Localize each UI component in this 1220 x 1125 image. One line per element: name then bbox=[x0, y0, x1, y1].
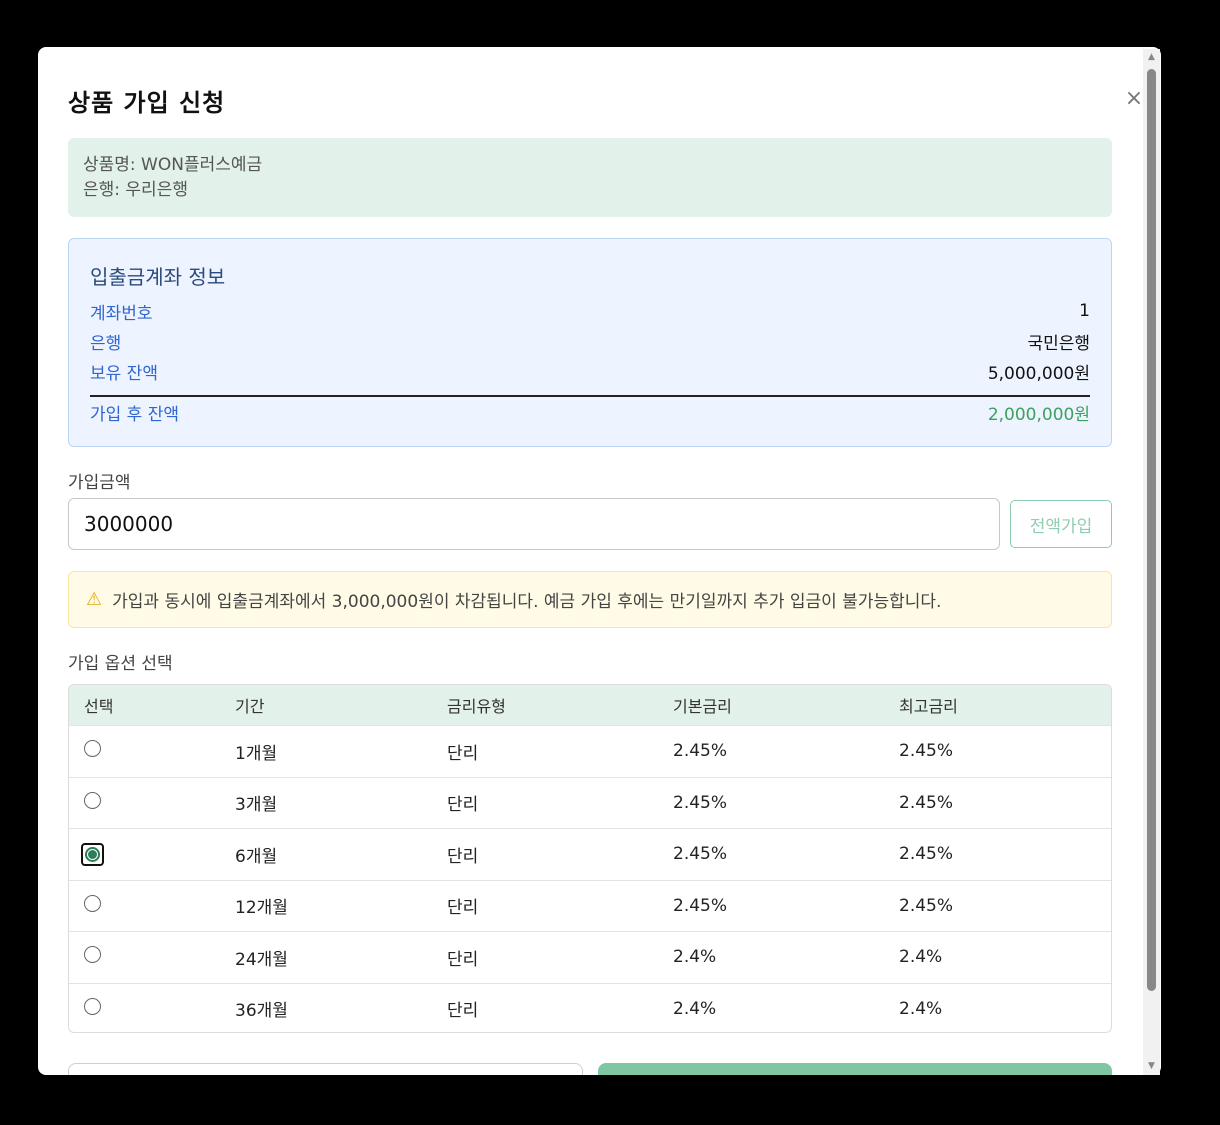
option-period: 24개월 bbox=[235, 949, 288, 970]
account-divider bbox=[90, 395, 1090, 397]
table-row[interactable]: 24개월 단리 2.4% 2.4% bbox=[69, 931, 1111, 983]
options-table: 선택 기간 금리유형 기본금리 최고금리 1개월 단리 2.45% 2.45% … bbox=[68, 684, 1112, 1033]
full-amount-button[interactable]: 전액가입 bbox=[1010, 500, 1112, 548]
option-radio[interactable] bbox=[84, 946, 101, 964]
submit-button[interactable] bbox=[598, 1063, 1112, 1075]
after-balance-value: 2,000,000원 bbox=[987, 404, 1090, 425]
option-rate-type: 단리 bbox=[447, 795, 479, 816]
option-rate-type: 단리 bbox=[447, 1001, 479, 1022]
option-base-rate: 2.45% bbox=[673, 792, 728, 813]
after-balance-label: 가입 후 잔액 bbox=[90, 404, 180, 425]
option-max-rate: 2.45% bbox=[899, 844, 954, 865]
option-radio[interactable] bbox=[84, 894, 101, 912]
amount-input[interactable] bbox=[68, 498, 1000, 550]
warning-banner: ⚠ 가입과 동시에 입출금계좌에서 3,000,000원이 차감됩니다. 예금 … bbox=[68, 571, 1112, 628]
table-row[interactable]: 6개월 단리 2.45% 2.45% bbox=[69, 828, 1111, 880]
option-period: 36개월 bbox=[235, 1001, 288, 1022]
header-base-rate: 기본금리 bbox=[673, 697, 732, 716]
option-rate-type: 단리 bbox=[447, 949, 479, 970]
product-bank: 은행: 우리은행 bbox=[83, 180, 188, 200]
modal-scrollbar[interactable]: ▲ ▼ bbox=[1143, 49, 1160, 1075]
scroll-down-arrow-icon[interactable]: ▼ bbox=[1143, 1058, 1160, 1075]
option-max-rate: 2.4% bbox=[899, 998, 943, 1019]
option-max-rate: 2.45% bbox=[899, 895, 954, 916]
account-info-box: 입출금계좌 정보 계좌번호 1 은행 국민은행 보유 잔액 5,000,000원… bbox=[68, 238, 1112, 447]
option-base-rate: 2.45% bbox=[673, 741, 728, 762]
account-bank-label: 은행 bbox=[90, 333, 122, 354]
amount-label: 가입금액 bbox=[68, 473, 131, 493]
modal-title: 상품 가입 신청 bbox=[68, 89, 226, 117]
account-number-value: 1 bbox=[1079, 301, 1090, 321]
scrollbar-thumb[interactable] bbox=[1147, 69, 1156, 991]
product-name: 상품명: WON플러스예금 bbox=[83, 155, 263, 175]
account-balance-row: 보유 잔액 5,000,000원 bbox=[90, 358, 1090, 384]
scroll-up-arrow-icon[interactable]: ▲ bbox=[1143, 49, 1160, 66]
option-period: 1개월 bbox=[235, 743, 278, 764]
options-label: 가입 옵션 선택 bbox=[68, 654, 173, 674]
table-row[interactable]: 36개월 단리 2.4% 2.4% bbox=[69, 982, 1111, 1033]
option-period: 12개월 bbox=[235, 898, 288, 919]
after-balance-row: 가입 후 잔액 2,000,000원 bbox=[90, 399, 1090, 425]
subscription-modal: 상품 가입 신청 × 상품명: WON플러스예금 은행: 우리은행 입출금계좌 … bbox=[38, 47, 1161, 1075]
account-number-row: 계좌번호 1 bbox=[90, 298, 1090, 324]
account-bank-row: 은행 국민은행 bbox=[90, 328, 1090, 354]
option-base-rate: 2.45% bbox=[673, 895, 728, 916]
option-max-rate: 2.4% bbox=[899, 947, 943, 968]
option-radio[interactable] bbox=[84, 791, 101, 809]
account-info-title: 입출금계좌 정보 bbox=[90, 265, 226, 289]
option-radio[interactable] bbox=[84, 740, 101, 758]
option-max-rate: 2.45% bbox=[899, 741, 954, 762]
header-max-rate: 최고금리 bbox=[899, 697, 958, 716]
option-radio-selected[interactable] bbox=[81, 842, 104, 866]
header-period: 기간 bbox=[235, 697, 265, 716]
option-base-rate: 2.4% bbox=[673, 998, 717, 1019]
option-rate-type: 단리 bbox=[447, 846, 479, 867]
table-row[interactable]: 1개월 단리 2.45% 2.45% bbox=[69, 725, 1111, 777]
account-bank-value: 국민은행 bbox=[1027, 333, 1090, 354]
option-period: 3개월 bbox=[235, 795, 278, 816]
option-radio[interactable] bbox=[84, 997, 101, 1015]
option-base-rate: 2.45% bbox=[673, 844, 728, 865]
table-row[interactable]: 12개월 단리 2.45% 2.45% bbox=[69, 879, 1111, 932]
product-info-box: 상품명: WON플러스예금 은행: 우리은행 bbox=[68, 138, 1112, 217]
account-balance-value: 5,000,000원 bbox=[987, 363, 1090, 384]
account-number-label: 계좌번호 bbox=[90, 303, 153, 324]
warning-text: 가입과 동시에 입출금계좌에서 3,000,000원이 차감됩니다. 예금 가입… bbox=[112, 592, 942, 612]
header-rate-type: 금리유형 bbox=[447, 697, 506, 716]
option-rate-type: 단리 bbox=[447, 898, 479, 919]
account-balance-label: 보유 잔액 bbox=[90, 363, 158, 384]
table-row[interactable]: 3개월 단리 2.45% 2.45% bbox=[69, 776, 1111, 829]
cancel-button[interactable] bbox=[68, 1063, 583, 1075]
option-period: 6개월 bbox=[235, 846, 278, 867]
option-rate-type: 단리 bbox=[447, 743, 479, 764]
option-max-rate: 2.45% bbox=[899, 792, 954, 813]
options-table-header: 선택 기간 금리유형 기본금리 최고금리 bbox=[69, 685, 1111, 725]
option-base-rate: 2.4% bbox=[673, 947, 717, 968]
warning-icon: ⚠ bbox=[86, 589, 103, 610]
header-select: 선택 bbox=[84, 697, 114, 716]
